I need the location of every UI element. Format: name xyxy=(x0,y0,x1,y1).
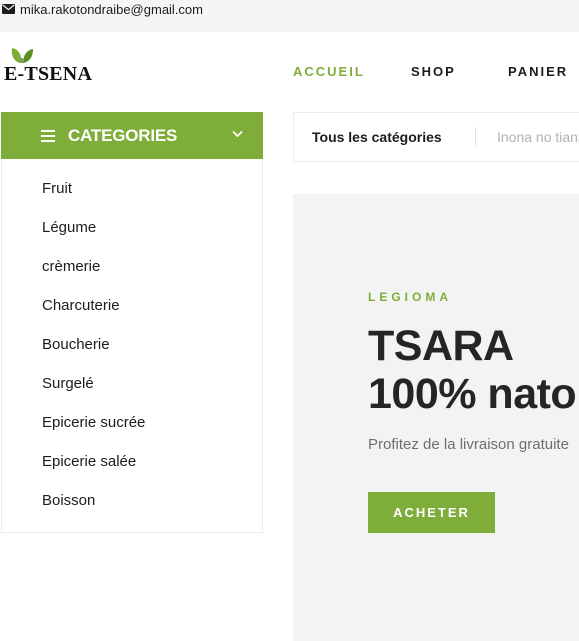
contact-email[interactable]: mika.rakotondraibe@gmail.com xyxy=(2,1,203,17)
buy-button[interactable]: ACHETER xyxy=(368,492,495,533)
nav-shop[interactable]: SHOP xyxy=(411,64,456,79)
menu-icon xyxy=(41,130,55,142)
category-item[interactable]: Fruit xyxy=(42,180,72,197)
leaf-icon xyxy=(11,48,33,63)
hero-banner: LEGIOMA TSARA 100% natoraly Profitez de … xyxy=(293,194,579,641)
category-item[interactable]: Boucherie xyxy=(42,336,110,353)
top-bar: mika.rakotondraibe@gmail.com xyxy=(0,0,579,32)
chevron-down-icon xyxy=(232,130,243,138)
hero-subtitle: Profitez de la livraison gratuite xyxy=(368,436,569,453)
hero-kicker: LEGIOMA xyxy=(368,290,452,304)
category-item[interactable]: crèmerie xyxy=(42,258,100,275)
search-category-select[interactable]: Tous les catégories xyxy=(312,129,442,145)
hero-title: TSARA 100% natoraly xyxy=(368,322,579,418)
search-input[interactable] xyxy=(497,126,579,148)
category-item[interactable]: Légume xyxy=(42,219,96,236)
category-item[interactable]: Surgelé xyxy=(42,375,94,392)
category-item[interactable]: Charcuterie xyxy=(42,297,120,314)
search-divider xyxy=(475,127,476,147)
nav-cart[interactable]: PANIER xyxy=(508,64,568,79)
category-item[interactable]: Epicerie salée xyxy=(42,453,136,470)
category-item[interactable]: Boisson xyxy=(42,492,95,509)
nav-home[interactable]: ACCUEIL xyxy=(293,64,365,79)
categories-toggle[interactable]: CATEGORIES xyxy=(1,112,263,159)
email-text: mika.rakotondraibe@gmail.com xyxy=(20,1,203,17)
categories-list: Fruit Légume crèmerie Charcuterie Bouche… xyxy=(1,159,263,533)
logo-text: E-TSENA xyxy=(4,63,93,85)
categories-title: CATEGORIES xyxy=(68,126,178,145)
hero-title-line-1: TSARA xyxy=(368,322,514,370)
site-logo[interactable]: E-TSENA xyxy=(4,46,109,86)
search-bar: Tous les catégories xyxy=(293,112,579,162)
envelope-icon xyxy=(2,4,15,14)
category-item[interactable]: Epicerie sucrée xyxy=(42,414,145,431)
hero-title-line-2: 100% natoraly xyxy=(368,370,579,418)
